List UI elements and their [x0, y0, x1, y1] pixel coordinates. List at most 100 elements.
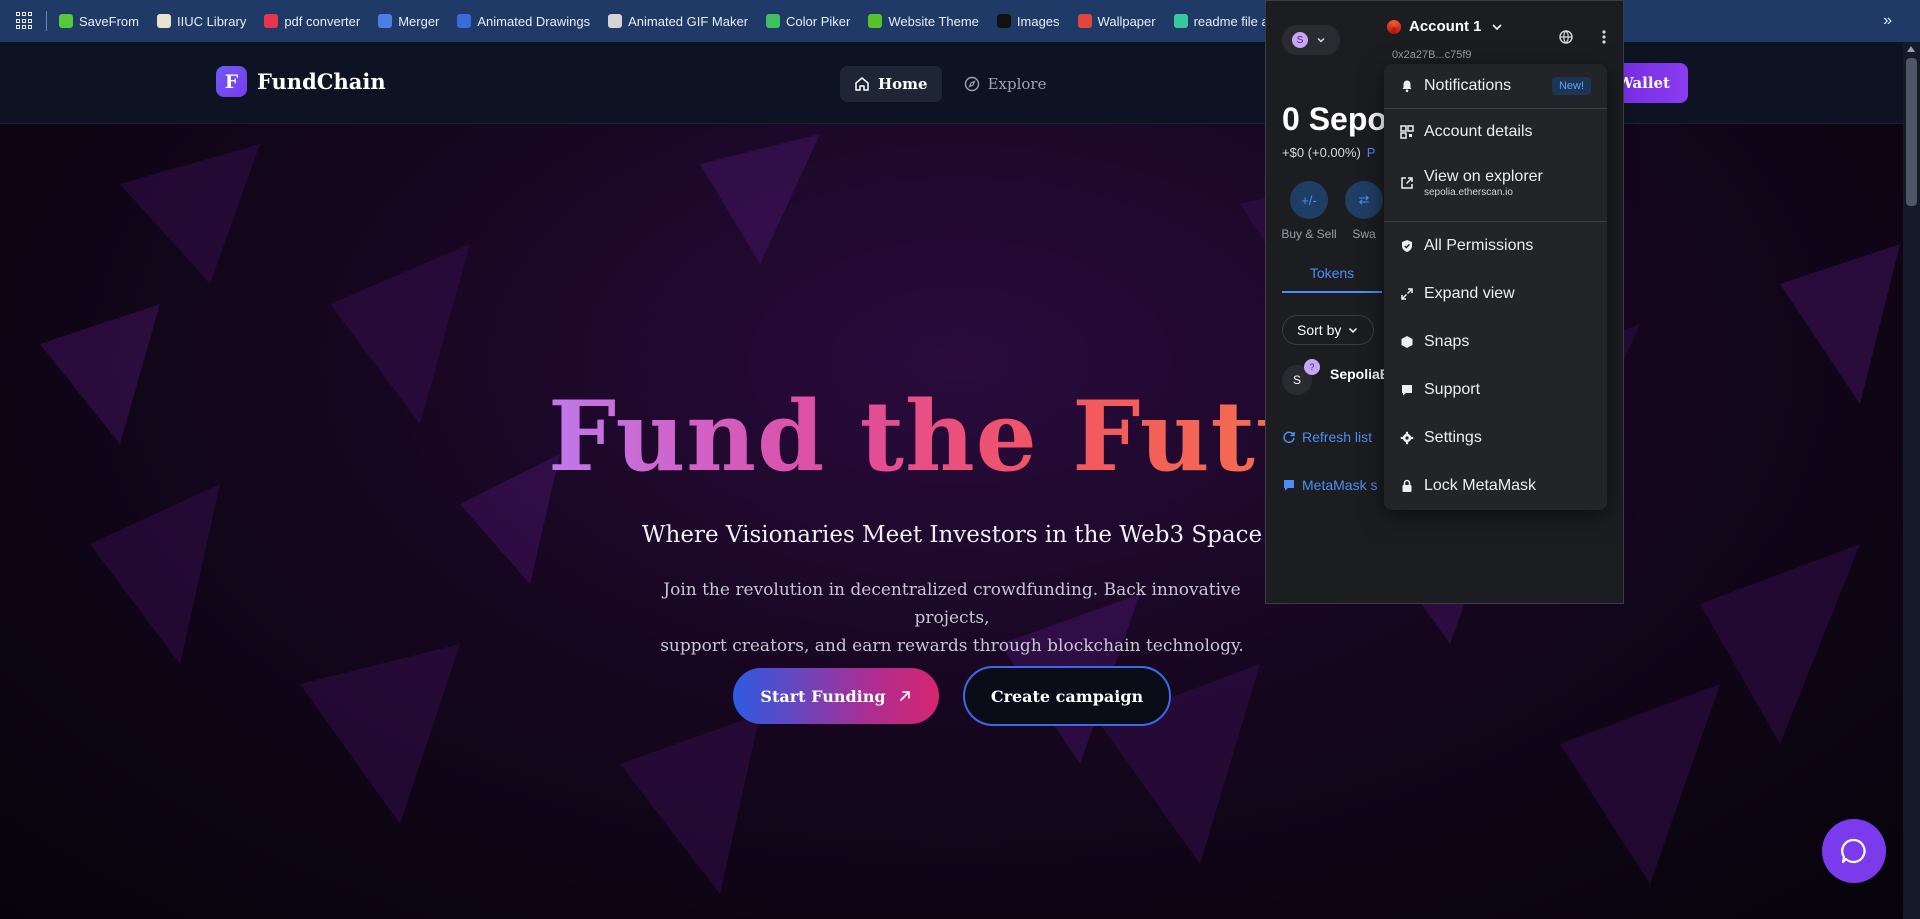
menu-divider — [1384, 221, 1607, 222]
menu-item-view-on-explorer[interactable]: View on explorer sepolia.etherscan.io — [1384, 160, 1607, 206]
token-avatar-letter: S — [1292, 373, 1301, 387]
tab-tokens[interactable]: Tokens — [1282, 265, 1382, 293]
scroll-thumb[interactable] — [1906, 58, 1917, 206]
buy-sell-label: Buy & Sell — [1281, 227, 1337, 241]
bookmark-favicon-icon — [156, 14, 171, 28]
home-icon — [855, 77, 869, 91]
qr-icon — [1400, 125, 1414, 139]
menu-item-all-permissions[interactable]: All Permissions — [1384, 226, 1607, 266]
hero-description-line-2: support creators, and earn rewards throu… — [660, 636, 1244, 656]
menu-item-lock-metamask[interactable]: Lock MetaMask — [1384, 466, 1607, 506]
token-name[interactable]: SepoliaE — [1330, 366, 1389, 382]
metamask-support-label: MetaMask s — [1302, 477, 1378, 493]
bookmark-label: Merger — [398, 13, 440, 29]
account-address[interactable]: 0x2a27B...c75f9 — [1392, 49, 1472, 61]
global-menu-connections-icon[interactable] — [1556, 27, 1576, 47]
network-selector[interactable]: S — [1282, 25, 1340, 55]
more-bookmarks-icon[interactable]: » — [1883, 12, 1892, 30]
menu-item-lock-metamask-label: Lock MetaMask — [1424, 477, 1537, 494]
gear-icon — [1400, 431, 1414, 445]
chevron-down-icon — [1317, 37, 1325, 43]
start-funding-button[interactable]: Start Funding — [733, 668, 939, 724]
page-scrollbar[interactable] — [1903, 42, 1920, 919]
bookmark-item[interactable]: SaveFrom — [59, 14, 139, 29]
arrow-up-right-icon — [899, 691, 910, 701]
chevron-down-icon — [1491, 23, 1502, 30]
token-avatar: S ? — [1282, 359, 1320, 395]
account-selector[interactable]: Account 1 — [1387, 18, 1504, 35]
network-avatar: S — [1292, 32, 1308, 48]
message-icon — [1400, 383, 1414, 397]
account-name: Account 1 — [1409, 18, 1482, 35]
balance-change: +$0 (+0.00%) P — [1282, 145, 1375, 160]
hero-section: Fund the Futur Where Visionaries Meet In… — [0, 124, 1920, 919]
sort-by-label: Sort by — [1297, 322, 1342, 338]
bookmark-item[interactable]: Merger — [378, 14, 439, 29]
bookmark-favicon-icon — [1077, 14, 1092, 28]
bookmark-favicon-icon — [868, 14, 883, 28]
snaps-icon — [1400, 335, 1414, 349]
bookmark-item[interactable]: Wallpaper — [1077, 14, 1156, 29]
menu-item-expand-view[interactable]: Expand view — [1384, 274, 1607, 314]
bookmark-item[interactable]: IIUC Library — [156, 14, 246, 29]
bookmark-label: Website Theme — [888, 13, 979, 29]
bookmark-item[interactable]: pdf converter — [264, 14, 360, 29]
bookmark-item[interactable]: Website Theme — [868, 14, 979, 29]
bookmark-item[interactable]: Images — [996, 14, 1060, 29]
chat-button[interactable] — [1822, 819, 1886, 883]
menu-item-all-permissions-label: All Permissions — [1424, 237, 1534, 254]
shield-icon — [1400, 239, 1414, 253]
nav-home[interactable]: Home — [840, 66, 942, 102]
scroll-up-arrow-icon[interactable] — [1907, 46, 1915, 52]
account-options-menu: Notifications New! Account details View … — [1384, 64, 1607, 510]
bookmark-favicon-icon — [1173, 14, 1188, 28]
menu-item-snaps-label: Snaps — [1424, 333, 1470, 350]
explorer-domain: sepolia.etherscan.io — [1424, 187, 1513, 198]
kebab-menu-icon[interactable] — [1594, 27, 1614, 47]
expand-icon — [1400, 287, 1414, 301]
hero-description: Join the revolution in decentralized cro… — [640, 576, 1264, 660]
brand-name: FundChain — [257, 69, 386, 94]
sort-by-button[interactable]: Sort by — [1282, 315, 1375, 345]
bookmark-favicon-icon — [766, 14, 781, 28]
chat-bubble-icon — [1841, 838, 1866, 864]
menu-item-view-on-explorer-label: View on explorer — [1424, 168, 1543, 185]
menu-item-snaps[interactable]: Snaps — [1384, 322, 1607, 362]
menu-item-view-on-explorer-text: View on explorer sepolia.etherscan.io — [1424, 168, 1543, 198]
brand-logo[interactable]: F FundChain — [216, 66, 386, 97]
refresh-list-button[interactable]: Refresh list — [1282, 429, 1372, 445]
menu-item-support[interactable]: Support — [1384, 370, 1607, 410]
token-network-badge: ? — [1304, 359, 1320, 375]
menu-item-account-details[interactable]: Account details — [1384, 112, 1607, 152]
bookmark-favicon-icon — [996, 14, 1011, 28]
menu-item-settings-label: Settings — [1424, 429, 1482, 446]
bookmark-favicon-icon — [608, 14, 623, 28]
hero-description-line-1: Join the revolution in decentralized cro… — [663, 580, 1241, 628]
bookmarks-divider — [46, 11, 47, 31]
create-campaign-button[interactable]: Create campaign — [963, 666, 1171, 726]
swap-button[interactable]: ⇄ Swa — [1342, 181, 1386, 241]
refresh-icon — [1283, 431, 1295, 444]
menu-item-support-label: Support — [1424, 381, 1481, 398]
new-badge: New! — [1551, 77, 1591, 95]
menu-divider — [1384, 108, 1607, 109]
lock-icon — [1400, 479, 1414, 493]
account-avatar — [1387, 19, 1401, 34]
apps-grid-icon[interactable] — [16, 12, 34, 30]
menu-item-account-details-label: Account details — [1424, 123, 1533, 140]
bookmark-favicon-icon — [457, 14, 472, 28]
message-icon — [1284, 480, 1294, 491]
bookmark-item[interactable]: Animated GIF Maker — [608, 14, 748, 29]
menu-item-notifications-label: Notifications — [1424, 77, 1512, 94]
portfolio-link[interactable]: P — [1367, 145, 1376, 160]
swap-icon: ⇄ — [1345, 181, 1383, 219]
buy-sell-button[interactable]: +/- Buy & Sell — [1278, 181, 1340, 241]
metamask-support-link[interactable]: MetaMask s — [1282, 477, 1377, 493]
nav-explore-label: Explore — [987, 75, 1047, 93]
nav-explore[interactable]: Explore — [950, 66, 1061, 102]
menu-item-settings[interactable]: Settings — [1384, 418, 1607, 458]
bookmark-item[interactable]: Color Piker — [766, 14, 850, 29]
bookmark-item[interactable]: Animated Drawings — [457, 14, 590, 29]
menu-item-notifications[interactable]: Notifications New! — [1384, 66, 1607, 106]
bookmark-label: pdf converter — [284, 13, 361, 29]
